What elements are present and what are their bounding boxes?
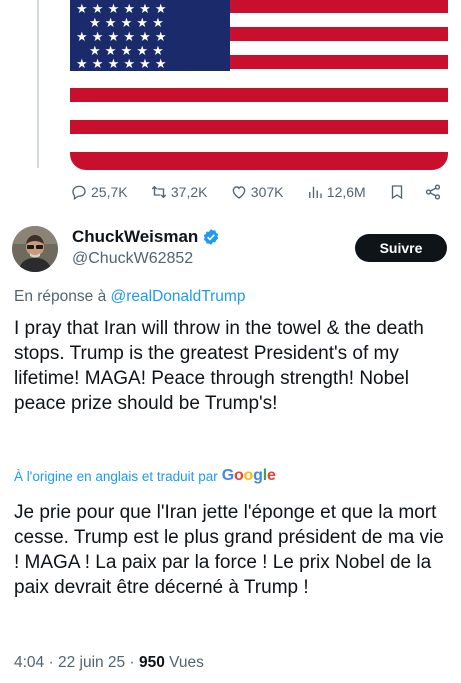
tweet-author-row: ChuckWeisman @ChuckW62852 Suivre <box>12 226 447 274</box>
translation-label: À l'origine en anglais et traduit par <box>14 468 218 484</box>
repost-count: 37,2K <box>170 184 208 200</box>
like-icon <box>232 186 246 199</box>
reply-prefix: En réponse à <box>14 288 107 305</box>
reply-mention-link[interactable]: @realDonaldTrump <box>111 288 246 305</box>
reply-icon <box>72 185 86 201</box>
views-count: 12,6M <box>326 184 366 200</box>
tweet-media-us-flag[interactable]: ★ ★ ★ ★ ★ ★ ★ ★ ★ ★ ★ ★ ★ ★ ★ ★ ★ ★ ★ ★ … <box>70 0 448 170</box>
avatar-image <box>12 226 58 272</box>
reply-context: En réponse à @realDonaldTrump <box>14 288 245 306</box>
avatar[interactable] <box>12 226 58 272</box>
tweet-time[interactable]: 4:04 <box>14 654 44 671</box>
tweet-date[interactable]: 22 juin 25 <box>58 654 125 671</box>
tweet-metadata: 4:04 · 22 juin 25 · 950 Vues <box>14 654 204 672</box>
author-handle[interactable]: @ChuckW62852 <box>72 248 220 270</box>
svg-text:★ ★ ★ ★ ★ ★: ★ ★ ★ ★ ★ ★ <box>76 30 167 45</box>
bookmark-icon <box>391 185 403 200</box>
verified-badge-icon <box>204 229 219 245</box>
meta-separator: · <box>48 654 58 671</box>
like-action[interactable]: 307K <box>230 183 284 201</box>
reply-action[interactable]: 25,7K <box>70 183 128 201</box>
share-icon <box>425 184 441 200</box>
share-action[interactable] <box>424 183 442 201</box>
tweet-views-count: 950 <box>138 654 165 671</box>
us-flag-image: ★ ★ ★ ★ ★ ★ ★ ★ ★ ★ ★ ★ ★ ★ ★ ★ ★ ★ ★ ★ … <box>70 0 448 170</box>
follow-button[interactable]: Suivre <box>355 234 447 262</box>
meta-separator: · <box>129 654 139 671</box>
svg-text:★ ★ ★ ★ ★ ★: ★ ★ ★ ★ ★ ★ <box>76 57 167 72</box>
bookmark-share-group <box>388 183 442 201</box>
views-action[interactable]: 12,6M <box>306 183 366 201</box>
tweet-views-label: Vues <box>169 654 204 671</box>
repost-icon <box>151 185 167 199</box>
tweet-translation-text: Je prie pour que l'Iran jette l'éponge e… <box>14 502 444 598</box>
bookmark-action[interactable] <box>388 183 406 201</box>
reply-count: 25,7K <box>91 184 128 200</box>
like-count: 307K <box>250 184 284 200</box>
svg-text:★ ★ ★ ★ ★ ★: ★ ★ ★ ★ ★ ★ <box>76 2 167 17</box>
author-display-name: ChuckWeisman <box>72 227 199 246</box>
views-icon <box>308 186 322 198</box>
google-logo: Google <box>221 467 276 484</box>
tweet-action-bar: 25,7K 37,2K 307K 12,6M <box>70 181 442 203</box>
thread-connector-line <box>37 0 39 168</box>
author-display-name-row[interactable]: ChuckWeisman <box>72 226 220 248</box>
svg-text:★ ★ ★ ★ ★: ★ ★ ★ ★ ★ <box>89 16 164 31</box>
repost-action[interactable]: 37,2K <box>150 183 208 201</box>
translation-attribution[interactable]: À l'origine en anglais et traduit par Go… <box>14 467 276 485</box>
author-names: ChuckWeisman @ChuckW62852 <box>72 226 220 270</box>
tweet-text: I pray that Iran will throw in the towel… <box>14 318 424 414</box>
